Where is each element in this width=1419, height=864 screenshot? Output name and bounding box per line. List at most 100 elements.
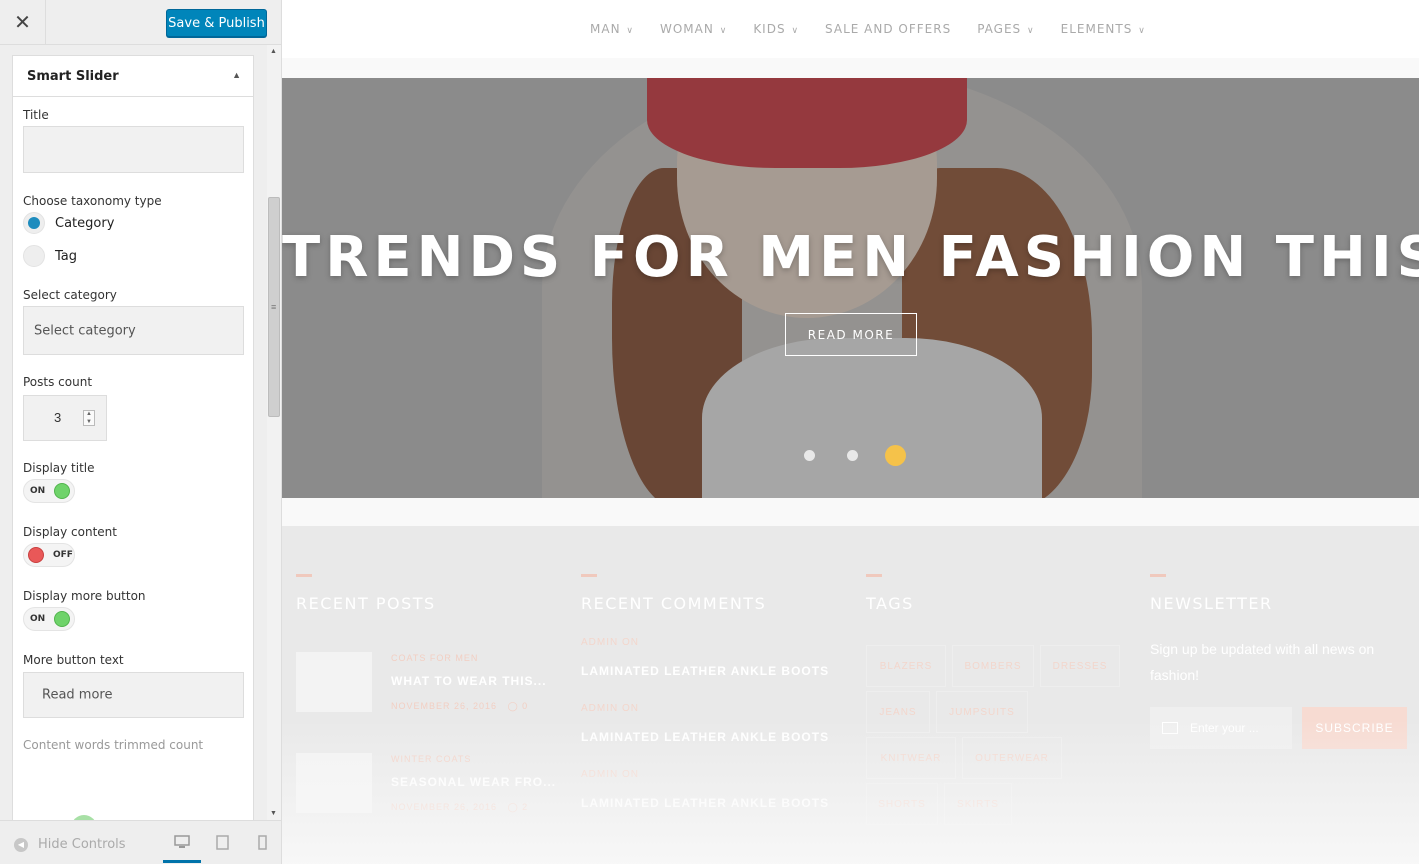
category-select[interactable]: Select category xyxy=(23,306,244,355)
nav-label: WOMAN xyxy=(660,22,714,36)
category-label: Select category xyxy=(23,288,117,302)
comment-post-link[interactable]: LAMINATED LEATHER ANKLE BOOTS xyxy=(581,796,829,810)
desktop-icon xyxy=(174,835,190,848)
sidebar-scrollbar[interactable]: ▲ ≡ ▼ xyxy=(267,45,281,820)
hide-controls-button[interactable]: ◀ Hide Controls xyxy=(14,837,126,852)
post-thumbnail[interactable] xyxy=(296,652,372,712)
scrollbar-thumb[interactable]: ≡ xyxy=(268,197,280,417)
section-title: Smart Slider xyxy=(27,69,119,84)
posts-count-value: 3 xyxy=(54,410,62,425)
post-meta: NOVEMBER 26, 2016 ◯ 2 xyxy=(391,802,528,813)
chevron-down-icon: ∨ xyxy=(787,26,800,36)
hero-title: TRENDS FOR MEN FASHION THIS FALL xyxy=(282,225,1419,290)
nav-label: MAN xyxy=(590,22,621,36)
widget-title: RECENT COMMENTS xyxy=(581,594,767,613)
display-title-toggle[interactable]: ON xyxy=(23,479,75,503)
trim-count-label: Content words trimmed count xyxy=(23,738,204,752)
tag-item[interactable]: BLAZERS xyxy=(866,645,946,687)
tag-item[interactable]: KNITWEAR xyxy=(866,737,956,779)
chevron-down-icon: ∨ xyxy=(622,26,634,36)
chevron-down-icon: ∨ xyxy=(1134,26,1146,36)
tag-item[interactable]: OUTERWEAR xyxy=(962,737,1062,779)
slide-dot-1[interactable] xyxy=(804,450,815,461)
radio-tag[interactable]: Tag xyxy=(23,244,77,268)
toggle-state-label: ON xyxy=(30,486,46,496)
post-title[interactable]: WHAT TO WEAR THIS... xyxy=(391,674,547,688)
radio-button[interactable] xyxy=(23,245,45,267)
post-date: NOVEMBER 26, 2016 xyxy=(391,701,498,711)
display-more-toggle[interactable]: ON xyxy=(23,607,75,631)
widget-accent-bar xyxy=(1150,574,1166,577)
stepper-arrows[interactable]: ▲ ▼ xyxy=(83,410,95,426)
slide-dot-2[interactable] xyxy=(847,450,858,461)
chevron-down-icon: ∨ xyxy=(715,26,728,36)
grip-icon: ≡ xyxy=(271,302,277,312)
more-text-value: Read more xyxy=(42,687,113,703)
customizer-sidebar: ✕ Save & Publish Smart Slider ▲ Title Ch… xyxy=(0,0,282,864)
widget-accent-bar xyxy=(866,574,882,577)
subscribe-button[interactable]: SUBSCRIBE xyxy=(1302,707,1407,749)
save-publish-button[interactable]: Save & Publish xyxy=(166,9,267,37)
nav-item-elements[interactable]: ELEMENTS ∨ xyxy=(1061,22,1146,36)
post-title[interactable]: SEASONAL WEAR FRO... xyxy=(391,775,556,789)
radio-category[interactable]: Category xyxy=(23,211,114,235)
scroll-up-icon[interactable]: ▲ xyxy=(270,48,277,55)
nav-item-woman[interactable]: WOMAN ∨ xyxy=(660,22,727,36)
sidebar-header: ✕ Save & Publish xyxy=(0,0,281,45)
close-button[interactable]: ✕ xyxy=(0,0,46,45)
display-content-label: Display content xyxy=(23,525,117,539)
display-title-label: Display title xyxy=(23,461,95,475)
more-text-input[interactable]: Read more xyxy=(23,672,244,718)
close-icon: ✕ xyxy=(14,12,31,34)
section-header[interactable]: Smart Slider ▲ xyxy=(12,55,254,97)
hero-read-more-button[interactable]: READ MORE xyxy=(785,313,917,356)
tag-item[interactable]: JEANS xyxy=(866,691,930,733)
title-input[interactable] xyxy=(23,126,244,173)
device-tablet-button[interactable] xyxy=(203,835,241,863)
post-category[interactable]: COATS FOR MEN xyxy=(391,653,478,663)
slide-dot-3-active[interactable] xyxy=(885,445,906,466)
nav-label: KIDS xyxy=(753,22,786,36)
nav-item-man[interactable]: MAN ∨ xyxy=(590,22,634,36)
scroll-down-icon[interactable]: ▼ xyxy=(270,810,277,817)
nav-label: SALE AND OFFERS xyxy=(825,22,952,36)
device-desktop-button[interactable] xyxy=(163,835,201,863)
display-content-toggle[interactable]: OFF xyxy=(23,543,75,567)
tag-item[interactable]: DRESSES xyxy=(1040,645,1120,687)
comment-post-link[interactable]: LAMINATED LEATHER ANKLE BOOTS xyxy=(581,664,829,678)
tag-item[interactable]: SKIRTS xyxy=(944,783,1012,825)
tag-item[interactable]: SHORTS xyxy=(866,783,938,825)
mobile-icon xyxy=(257,835,267,850)
tag-item[interactable]: BOMBERS xyxy=(952,645,1034,687)
post-category[interactable]: WINTER COATS xyxy=(391,754,471,764)
nav-label: ELEMENTS xyxy=(1060,22,1133,36)
post-thumbnail[interactable] xyxy=(296,753,372,813)
nav-item-sale[interactable]: SALE AND OFFERS xyxy=(825,22,951,36)
step-down-icon[interactable]: ▼ xyxy=(86,419,92,425)
more-text-label: More button text xyxy=(23,653,124,667)
section-body: Title Choose taxonomy type Category Tag … xyxy=(12,97,254,820)
tag-item[interactable]: JUMPSUITS xyxy=(936,691,1028,733)
device-mobile-button[interactable] xyxy=(243,835,281,863)
radio-button-checked[interactable] xyxy=(23,212,45,234)
site-preview: MAN ∨ WOMAN ∨ KIDS ∨ SALE AND OFFERS PAG… xyxy=(282,0,1419,864)
nav-list: MAN ∨ WOMAN ∨ KIDS ∨ SALE AND OFFERS PAG… xyxy=(590,22,1146,36)
comment-author: ADMIN ON xyxy=(581,769,639,780)
nav-item-pages[interactable]: PAGES ∨ xyxy=(977,22,1034,36)
newsletter-email-input[interactable]: Enter your ... xyxy=(1150,707,1292,749)
comment-icon: ◯ xyxy=(507,802,519,812)
posts-count-stepper[interactable]: 3 ▲ ▼ xyxy=(23,395,107,441)
taxonomy-label: Choose taxonomy type xyxy=(23,194,162,208)
widget-accent-bar xyxy=(581,574,597,577)
comment-author: ADMIN ON xyxy=(581,703,639,714)
comment-count: 0 xyxy=(522,701,529,711)
nav-item-kids[interactable]: KIDS ∨ xyxy=(753,22,799,36)
category-select-value: Select category xyxy=(34,323,136,338)
widget-title: NEWSLETTER xyxy=(1150,594,1273,613)
newsletter-placeholder: Enter your ... xyxy=(1190,721,1259,735)
hide-controls-label: Hide Controls xyxy=(38,837,126,852)
sidebar-scroll-area: Smart Slider ▲ Title Choose taxonomy typ… xyxy=(0,45,267,820)
comment-post-link[interactable]: LAMINATED LEATHER ANKLE BOOTS xyxy=(581,730,829,744)
step-up-icon[interactable]: ▲ xyxy=(86,411,92,417)
collapse-arrow-icon[interactable]: ▲ xyxy=(232,70,241,80)
